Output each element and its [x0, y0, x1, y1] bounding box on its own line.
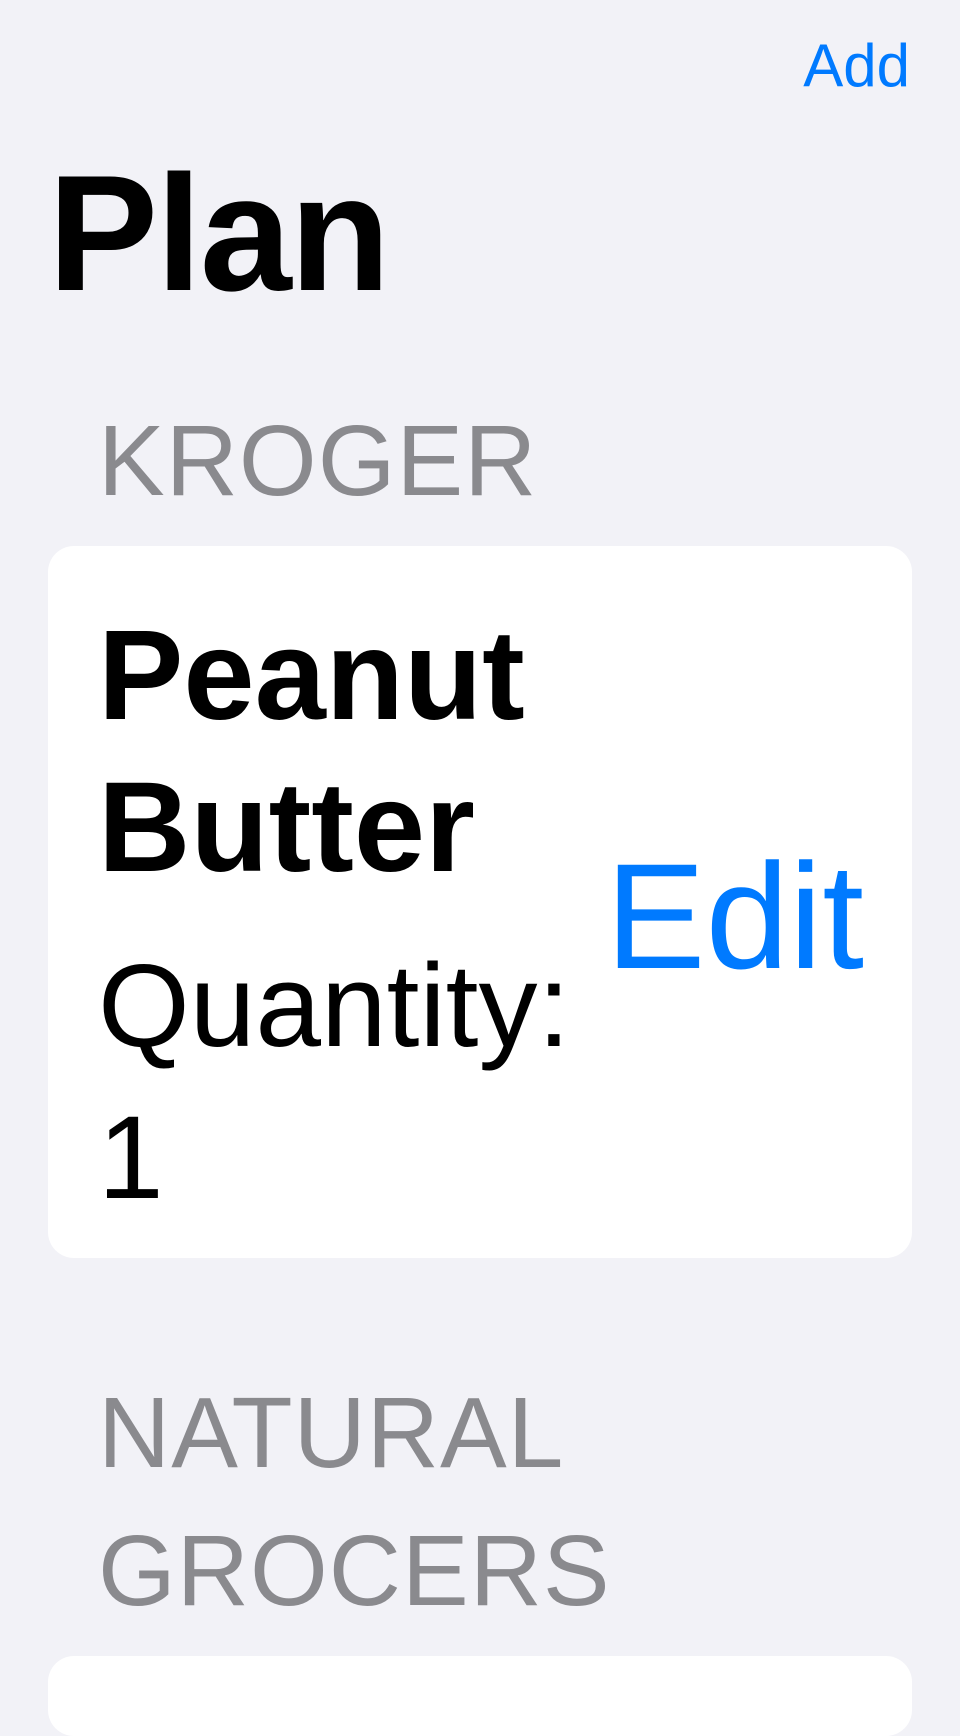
add-button[interactable]: Add — [803, 30, 910, 102]
section-header-natural-grocers: NATURAL GROCERS — [98, 1377, 611, 1627]
edit-button[interactable]: Edit — [606, 836, 864, 996]
item-name: Peanut Butter — [98, 604, 525, 899]
navigation-bar: Add — [0, 0, 960, 120]
section-header-kroger: KROGER — [98, 405, 538, 517]
page-title: Plan — [48, 141, 390, 325]
item-quantity: Quantity: 1 — [98, 940, 571, 1224]
list-item — [48, 1656, 912, 1736]
list-item: Peanut Butter Quantity: 1 Edit — [48, 546, 912, 1258]
